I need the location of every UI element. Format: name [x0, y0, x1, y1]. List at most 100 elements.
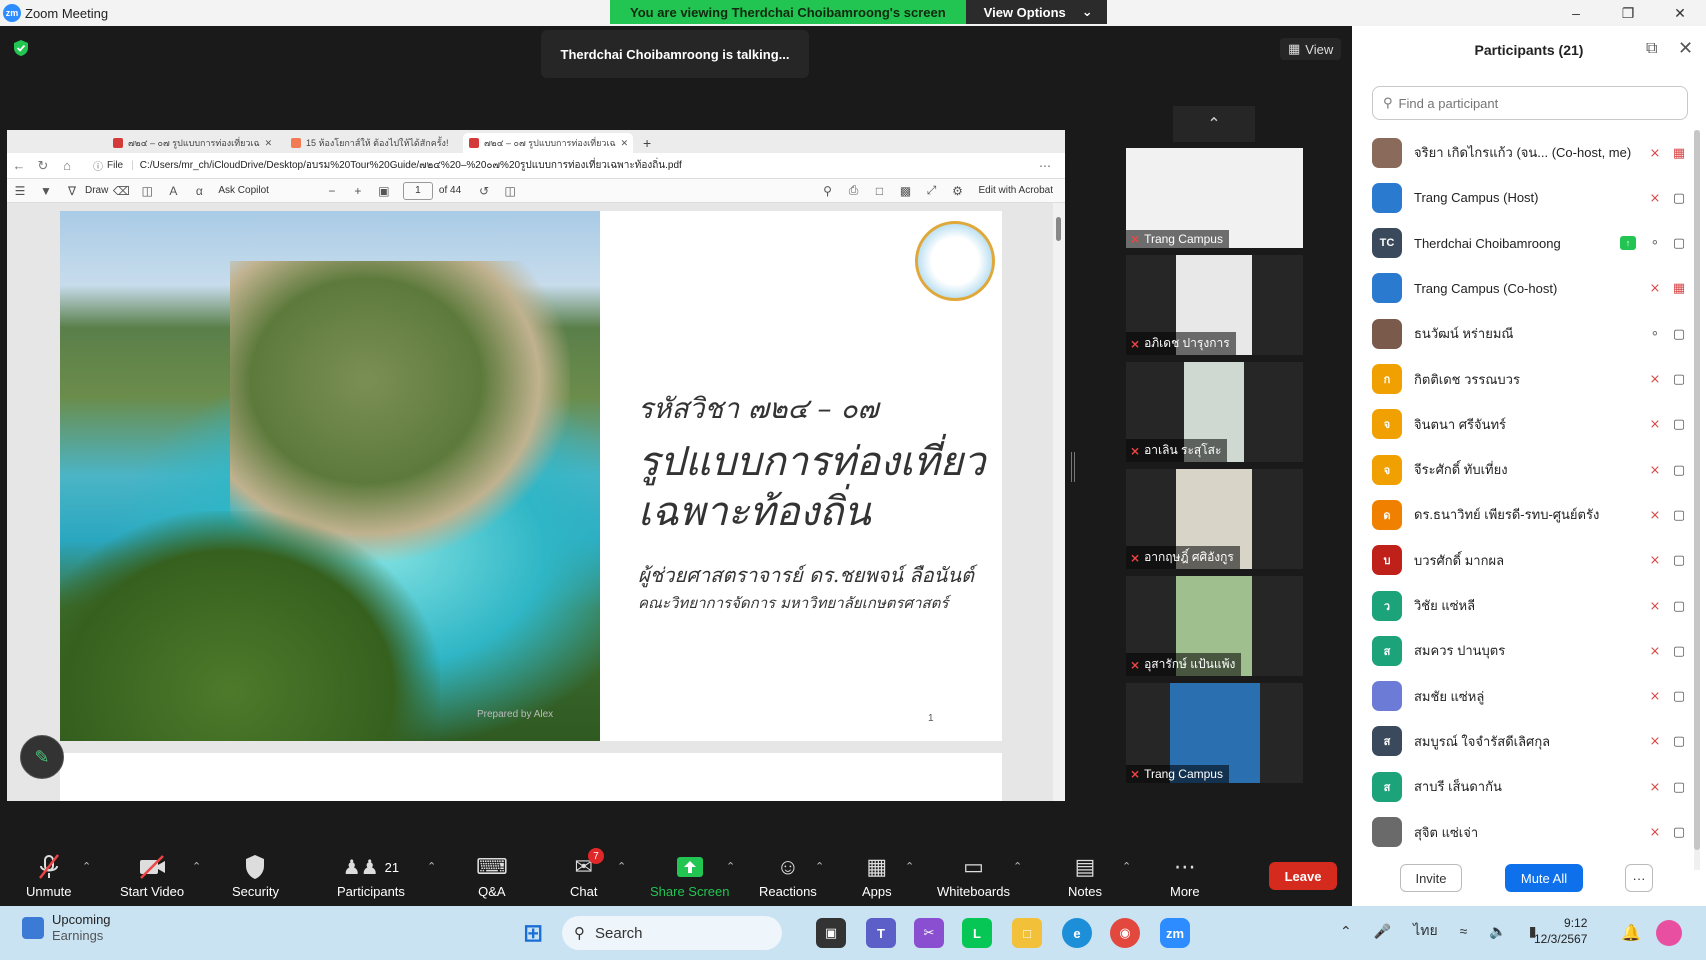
- close-panel-icon[interactable]: ✕: [1678, 38, 1693, 59]
- share-screen-button[interactable]: Share Screen: [650, 852, 730, 899]
- video-tile[interactable]: ⨯ อากฤษฎิ์ ศศิอังกูร: [1126, 469, 1303, 569]
- participant-row[interactable]: ส สมควร ปานบุตร ⨯ ▢: [1372, 628, 1692, 673]
- participant-row[interactable]: TC Therdchai Choibamroong ↑ ⚬ ▢: [1372, 221, 1692, 266]
- save-as-icon[interactable]: ▩: [893, 184, 919, 198]
- unmute-button[interactable]: Unmute: [26, 852, 72, 899]
- video-tile[interactable]: ⨯ Trang Campus: [1126, 148, 1303, 248]
- draw-label[interactable]: Draw: [85, 185, 108, 196]
- eraser-icon[interactable]: ⌫: [108, 184, 134, 198]
- video-off-icon[interactable]: ▦: [1666, 145, 1692, 161]
- participant-row[interactable]: ส สาบรี เส็นดากัน ⨯ ▢: [1372, 764, 1692, 809]
- pdf-scrollbar[interactable]: [1053, 203, 1065, 801]
- mic-icon[interactable]: ⚬: [1644, 235, 1666, 251]
- copilot-icon[interactable]: [1656, 920, 1682, 946]
- video-camera-icon[interactable]: ▢: [1666, 462, 1692, 478]
- muted-mic-icon[interactable]: ⨯: [1644, 507, 1666, 523]
- video-tile[interactable]: ⨯ อาเลิน ระสุโสะ: [1126, 362, 1303, 462]
- pop-out-icon[interactable]: ⧉: [1646, 40, 1657, 58]
- participant-row[interactable]: ว วิชัย แซ่หลี ⨯ ▢: [1372, 583, 1692, 628]
- video-camera-icon[interactable]: ▢: [1666, 507, 1692, 523]
- close-icon[interactable]: ✕: [1654, 0, 1706, 26]
- muted-mic-icon[interactable]: ⨯: [1644, 462, 1666, 478]
- video-camera-icon[interactable]: ▢: [1666, 824, 1692, 840]
- apps-caret-icon[interactable]: ⌃: [905, 860, 914, 873]
- gallery-scroll-up-icon[interactable]: ⌃: [1173, 106, 1255, 142]
- system-clock[interactable]: 9:12 12/3/2567: [1534, 915, 1587, 947]
- video-camera-icon[interactable]: ▢: [1666, 416, 1692, 432]
- video-camera-icon[interactable]: ▢: [1666, 688, 1692, 704]
- video-tile[interactable]: ⨯ อุสารักษ์ แป้นแพ้ง: [1126, 576, 1303, 676]
- invite-button[interactable]: Invite: [1400, 864, 1462, 892]
- info-icon[interactable]: ⓘ: [93, 158, 103, 173]
- video-camera-icon[interactable]: ▢: [1666, 235, 1692, 251]
- share-caret-icon[interactable]: ⌃: [726, 860, 735, 873]
- resize-handle[interactable]: [1071, 452, 1075, 482]
- participant-row[interactable]: บ บวรศักดิ์ มากผล ⨯ ▢: [1372, 538, 1692, 583]
- mic-icon[interactable]: ⚬: [1644, 326, 1666, 342]
- snipping-tool-icon[interactable]: ✂: [914, 918, 944, 948]
- participant-search-input[interactable]: [1398, 95, 1659, 111]
- muted-mic-icon[interactable]: ⨯: [1644, 643, 1666, 659]
- view-options-button[interactable]: View Options ⌄: [965, 0, 1107, 24]
- muted-mic-icon[interactable]: ⨯: [1644, 552, 1666, 568]
- two-page-icon[interactable]: ◫: [497, 184, 523, 198]
- participant-list-scrollbar[interactable]: [1694, 130, 1700, 870]
- task-view-icon[interactable]: ▣: [816, 918, 846, 948]
- participant-row[interactable]: จริยา เกิดไกรแก้ว (จน... (Co-host, me) ⨯ ▦: [1372, 130, 1692, 175]
- settings-gear-icon[interactable]: ⚙: [945, 184, 971, 198]
- muted-mic-icon[interactable]: ⨯: [1644, 824, 1666, 840]
- volume-icon[interactable]: 🔈: [1489, 923, 1506, 940]
- whiteboards-caret-icon[interactable]: ⌃: [1013, 860, 1022, 873]
- zoom-out-icon[interactable]: −: [319, 184, 345, 198]
- muted-mic-icon[interactable]: ⨯: [1644, 190, 1666, 206]
- video-camera-icon[interactable]: ▢: [1666, 371, 1692, 387]
- browser-tab-active[interactable]: ๗๒๔ – ๐๗ รูปแบบการท่องเที่ยวเฉ ✕: [463, 133, 633, 153]
- muted-mic-icon[interactable]: ⨯: [1644, 688, 1666, 704]
- windows-start-icon[interactable]: ⊞: [518, 918, 548, 948]
- fit-page-icon[interactable]: ▣: [371, 184, 397, 198]
- close-tab-icon[interactable]: ✕: [621, 138, 629, 149]
- participant-row[interactable]: Trang Campus (Co-host) ⨯ ▦: [1372, 266, 1692, 311]
- new-tab-button[interactable]: +: [637, 133, 661, 153]
- back-icon[interactable]: ←: [7, 158, 31, 173]
- contents-icon[interactable]: ☰: [7, 184, 33, 198]
- annotate-pen-icon[interactable]: ✎: [20, 735, 64, 779]
- edge-browser-icon[interactable]: e: [1062, 918, 1092, 948]
- apps-button[interactable]: ▦ Apps: [862, 852, 892, 899]
- chrome-browser-icon[interactable]: ◉: [1110, 918, 1140, 948]
- rotate-icon[interactable]: ↺: [471, 184, 497, 198]
- muted-mic-icon[interactable]: ⨯: [1644, 145, 1666, 161]
- participants-button[interactable]: ♟♟ 21 Participants: [337, 852, 405, 900]
- widgets-weather[interactable]: Upcoming Earnings: [22, 912, 111, 944]
- file-explorer-icon[interactable]: □: [1012, 918, 1042, 948]
- participant-row[interactable]: ส สมบูรณ์ ใจจำรัสดีเลิศกุล ⨯ ▢: [1372, 719, 1692, 764]
- translate-icon[interactable]: α: [186, 184, 212, 198]
- video-camera-icon[interactable]: ▢: [1666, 326, 1692, 342]
- start-video-button[interactable]: Start Video: [120, 852, 184, 899]
- whiteboards-button[interactable]: ▭ Whiteboards: [937, 852, 1010, 899]
- notes-caret-icon[interactable]: ⌃: [1122, 860, 1131, 873]
- home-icon[interactable]: ⌂: [55, 158, 79, 173]
- participant-search[interactable]: ⚲: [1372, 86, 1688, 120]
- notes-button[interactable]: ▤ Notes: [1068, 852, 1102, 899]
- encryption-shield-icon[interactable]: [12, 39, 30, 57]
- video-tile[interactable]: ⨯ Trang Campus: [1126, 683, 1303, 783]
- leave-button[interactable]: Leave: [1269, 862, 1337, 890]
- search-icon[interactable]: ⚲: [815, 184, 841, 198]
- wifi-icon[interactable]: ≈: [1460, 923, 1468, 939]
- video-camera-icon[interactable]: ▢: [1666, 733, 1692, 749]
- participant-row[interactable]: Trang Campus (Host) ⨯ ▢: [1372, 175, 1692, 220]
- zoom-app-icon[interactable]: zm: [1160, 918, 1190, 948]
- video-tile[interactable]: ⨯ อภิเดช ปารุงการ: [1126, 255, 1303, 355]
- participant-row[interactable]: ธนวัฒน์ หร่ายมณี ⚬ ▢: [1372, 311, 1692, 356]
- input-language[interactable]: ไทย: [1413, 920, 1437, 942]
- chat-caret-icon[interactable]: ⌃: [617, 860, 626, 873]
- save-icon[interactable]: □: [867, 184, 893, 198]
- video-camera-icon[interactable]: ▢: [1666, 190, 1692, 206]
- participants-caret-icon[interactable]: ⌃: [427, 860, 436, 873]
- taskbar-search[interactable]: ⚲ Search: [562, 916, 782, 950]
- read-aloud-icon[interactable]: A: [160, 184, 186, 198]
- audio-options-caret-icon[interactable]: ⌃: [82, 860, 91, 873]
- video-options-caret-icon[interactable]: ⌃: [192, 860, 201, 873]
- minimize-icon[interactable]: –: [1550, 0, 1602, 26]
